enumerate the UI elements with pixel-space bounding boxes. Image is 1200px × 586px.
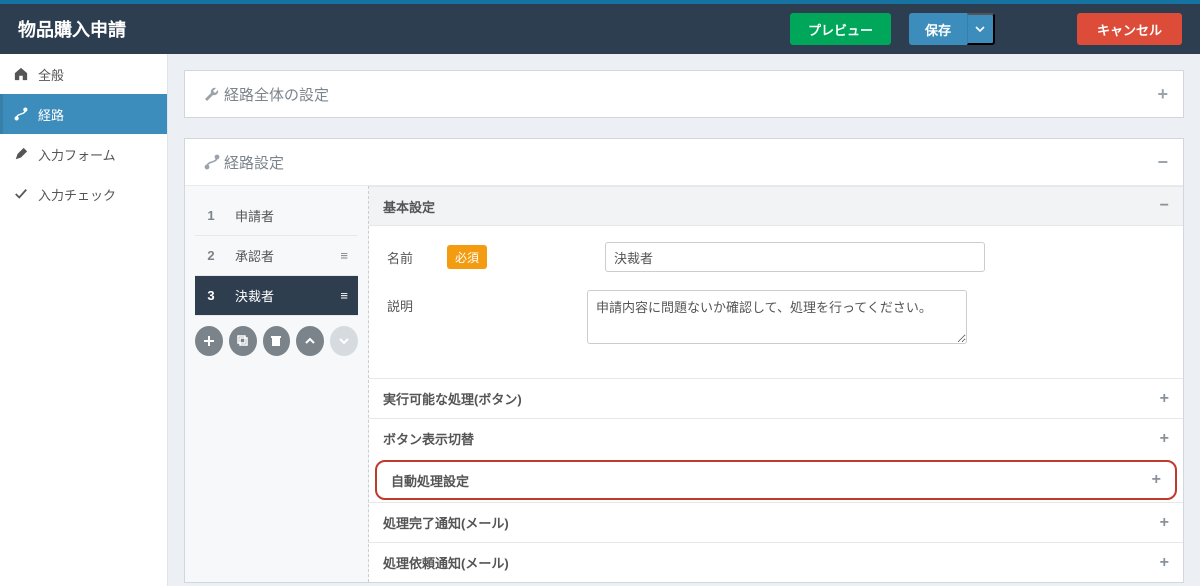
pencil-icon	[14, 147, 28, 161]
content-area: 経路全体の設定 + 経路設定 − 1 申請者	[168, 54, 1200, 586]
cancel-button[interactable]: キャンセル	[1077, 13, 1182, 45]
steps-list: 1 申請者 2 承認者 ≡ 3 決裁者 ≡	[185, 186, 369, 582]
section-title: 自動処理設定	[391, 471, 469, 490]
copy-icon	[237, 335, 249, 347]
save-split-button: 保存	[909, 13, 995, 45]
wrench-icon	[200, 86, 224, 102]
step-label: 承認者	[227, 246, 334, 265]
panel-route-settings: 経路設定 − 1 申請者 2 承認者 ≡	[184, 138, 1184, 583]
home-icon	[14, 67, 28, 81]
required-badge: 必須	[447, 245, 487, 269]
section-title: ボタン表示切替	[383, 429, 474, 448]
section-title: 処理依頼通知(メール)	[383, 553, 509, 572]
expand-icon[interactable]: +	[1152, 471, 1161, 489]
route-icon	[14, 107, 28, 121]
step-row-1[interactable]: 1 申請者	[195, 196, 358, 236]
section-head-req-mail[interactable]: 処理依頼通知(メール) +	[369, 542, 1183, 582]
expand-icon[interactable]: +	[1160, 514, 1169, 532]
sidebar-item-label: 全般	[38, 65, 64, 84]
collapse-icon[interactable]: −	[1160, 197, 1169, 215]
panel-title-route: 経路設定	[224, 152, 1157, 173]
step-label: 決裁者	[227, 286, 334, 305]
move-down-button	[330, 326, 358, 356]
delete-step-button[interactable]	[263, 326, 291, 356]
section-title: 実行可能な処理(ボタン)	[383, 389, 522, 408]
sidebar-item-check[interactable]: 入力チェック	[0, 174, 167, 214]
panel-title-overall: 経路全体の設定	[224, 84, 1157, 105]
move-up-button[interactable]	[296, 326, 324, 356]
app-header: 物品購入申請 プレビュー 保存 キャンセル	[0, 4, 1200, 54]
section-title-basic: 基本設定	[383, 197, 435, 216]
copy-step-button[interactable]	[229, 326, 257, 356]
sidebar-item-label: 経路	[38, 105, 64, 124]
collapse-icon[interactable]: −	[1157, 152, 1168, 173]
panel-overall-settings: 経路全体の設定 +	[184, 70, 1184, 118]
expand-icon[interactable]: +	[1160, 554, 1169, 572]
section-body-basic: 名前 必須 説明	[369, 226, 1183, 378]
section-head-toggle[interactable]: ボタン表示切替 +	[369, 418, 1183, 458]
sidebar-item-label: 入力フォーム	[38, 145, 116, 164]
drag-handle-icon[interactable]: ≡	[334, 248, 354, 263]
step-row-3[interactable]: 3 決裁者 ≡	[195, 276, 358, 316]
sidebar-item-general[interactable]: 全般	[0, 54, 167, 94]
panel-head-overall[interactable]: 経路全体の設定 +	[185, 71, 1183, 117]
save-dropdown-caret[interactable]	[967, 13, 995, 45]
panel-head-route[interactable]: 経路設定 −	[185, 139, 1183, 185]
description-textarea[interactable]	[587, 290, 967, 344]
add-step-button[interactable]	[195, 326, 223, 356]
plus-icon	[203, 335, 215, 347]
expand-icon[interactable]: +	[1157, 84, 1168, 105]
step-detail: 基本設定 − 名前 必須	[369, 186, 1183, 582]
expand-icon[interactable]: +	[1160, 430, 1169, 448]
sidebar-item-label: 入力チェック	[38, 185, 116, 204]
section-head-basic[interactable]: 基本設定 −	[369, 186, 1183, 226]
step-label: 申請者	[227, 206, 354, 225]
label-name: 名前	[387, 242, 443, 267]
caret-down-icon	[975, 26, 985, 32]
label-description: 説明	[387, 290, 443, 315]
name-input[interactable]	[605, 242, 985, 272]
trash-icon	[270, 335, 282, 347]
chevron-up-icon	[304, 337, 316, 345]
save-button[interactable]: 保存	[909, 13, 967, 45]
sidebar: 全般 経路 入力フォーム 入力チェック	[0, 54, 168, 586]
sidebar-item-form[interactable]: 入力フォーム	[0, 134, 167, 174]
section-head-exec[interactable]: 実行可能な処理(ボタン) +	[369, 378, 1183, 418]
preview-button[interactable]: プレビュー	[790, 13, 891, 45]
section-title: 処理完了通知(メール)	[383, 513, 509, 532]
section-head-done-mail[interactable]: 処理完了通知(メール) +	[369, 502, 1183, 542]
page-title: 物品購入申請	[18, 16, 790, 42]
step-number: 2	[195, 248, 227, 263]
sidebar-item-route[interactable]: 経路	[0, 94, 167, 134]
chevron-down-icon	[338, 337, 350, 345]
section-head-auto[interactable]: 自動処理設定 +	[375, 460, 1177, 500]
step-row-2[interactable]: 2 承認者 ≡	[195, 236, 358, 276]
expand-icon[interactable]: +	[1160, 390, 1169, 408]
step-number: 1	[195, 208, 227, 223]
step-number: 3	[195, 288, 227, 303]
check-icon	[14, 187, 28, 201]
route-icon	[200, 154, 224, 170]
drag-handle-icon[interactable]: ≡	[334, 288, 354, 303]
